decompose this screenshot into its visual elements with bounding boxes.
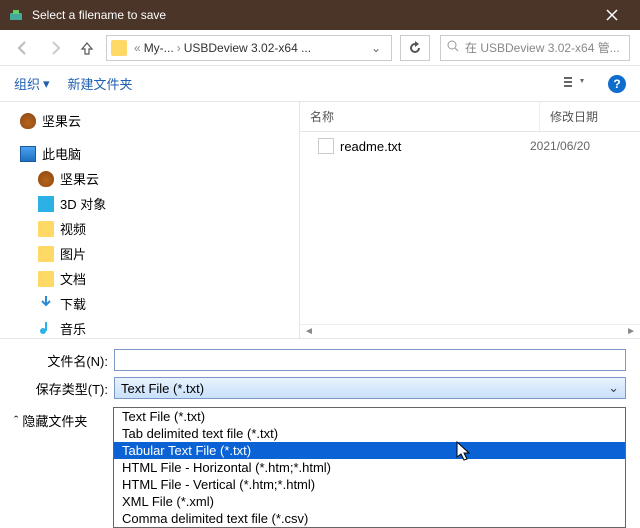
music-icon xyxy=(38,319,54,338)
up-button[interactable] xyxy=(74,35,100,61)
picture-icon xyxy=(38,246,54,262)
tree-item-pictures[interactable]: 图片 xyxy=(0,241,299,266)
breadcrumb-seg[interactable]: USBDeview 3.02-x64 ... xyxy=(184,41,311,55)
tree-item-downloads[interactable]: 下载 xyxy=(0,291,299,316)
filetype-option[interactable]: HTML File - Vertical (*.htm;*.html) xyxy=(114,476,625,493)
folder-tree[interactable]: 坚果云 此电脑 坚果云 3D 对象 视频 图片 文档 下载 音乐 桌面 xyxy=(0,102,300,338)
text-file-icon xyxy=(318,138,334,154)
close-button[interactable] xyxy=(592,0,632,30)
breadcrumb-dropdown[interactable]: ⌄ xyxy=(365,41,387,55)
file-date: 2021/06/20 xyxy=(530,139,630,153)
chevron-right-icon: › xyxy=(174,41,184,55)
breadcrumb-sep: « xyxy=(131,41,144,55)
filename-label: 文件名(N): xyxy=(14,351,114,370)
forward-button[interactable] xyxy=(42,35,68,61)
back-button[interactable] xyxy=(10,35,36,61)
refresh-button[interactable] xyxy=(400,35,430,61)
3d-icon xyxy=(38,196,54,212)
tree-item-documents[interactable]: 文档 xyxy=(0,266,299,291)
new-folder-button[interactable]: 新建文件夹 xyxy=(68,74,133,93)
filetype-option[interactable]: XML File (*.xml) xyxy=(114,493,625,510)
horizontal-scrollbar[interactable]: ◄► xyxy=(300,324,640,338)
hide-folders-toggle[interactable]: ˆ 隐藏文件夹 xyxy=(14,411,87,430)
nut-icon xyxy=(20,113,36,129)
file-list[interactable]: readme.txt 2021/06/20 xyxy=(300,132,640,324)
chevron-up-icon: ˆ xyxy=(14,413,18,428)
folder-icon xyxy=(111,40,127,56)
file-name: readme.txt xyxy=(340,139,401,154)
filetype-dropdown[interactable]: Text File (*.txt) Tab delimited text fil… xyxy=(113,407,626,528)
search-input[interactable]: 在 USBDeview 3.02-x64 管... xyxy=(440,35,630,61)
document-icon xyxy=(38,271,54,287)
search-placeholder: 在 USBDeview 3.02-x64 管... xyxy=(465,39,620,56)
download-icon xyxy=(38,294,54,313)
tree-item-nutcloud[interactable]: 坚果云 xyxy=(0,108,299,133)
organize-button[interactable]: 组织 ▾ xyxy=(14,74,50,93)
breadcrumb[interactable]: « My-... › USBDeview 3.02-x64 ... ⌄ xyxy=(106,35,392,61)
column-header-name[interactable]: 名称 xyxy=(300,102,540,131)
filetype-option[interactable]: Text File (*.txt) xyxy=(114,408,625,425)
view-options-button[interactable] xyxy=(560,71,590,96)
filename-input[interactable] xyxy=(114,349,626,371)
tree-item-videos[interactable]: 视频 xyxy=(0,216,299,241)
filetype-option[interactable]: HTML File - Horizontal (*.htm;*.html) xyxy=(114,459,625,476)
app-icon xyxy=(8,7,24,23)
breadcrumb-seg[interactable]: My-... xyxy=(144,41,174,55)
tree-item-nutcloud2[interactable]: 坚果云 xyxy=(0,166,299,191)
video-icon xyxy=(38,221,54,237)
window-title: Select a filename to save xyxy=(32,8,592,22)
pc-icon xyxy=(20,146,36,162)
column-header-date[interactable]: 修改日期 xyxy=(540,102,640,131)
tree-item-this-pc[interactable]: 此电脑 xyxy=(0,141,299,166)
search-icon xyxy=(447,40,459,55)
filetype-option[interactable]: Comma delimited text file (*.csv) xyxy=(114,510,625,527)
filetype-label: 保存类型(T): xyxy=(14,379,114,398)
help-button[interactable]: ? xyxy=(608,75,626,93)
chevron-down-icon: ▾ xyxy=(43,76,50,92)
file-row[interactable]: readme.txt 2021/06/20 xyxy=(300,132,640,160)
chevron-down-icon: ⌄ xyxy=(608,380,619,396)
filetype-option[interactable]: Tabular Text File (*.txt) xyxy=(114,442,625,459)
filetype-option[interactable]: Tab delimited text file (*.txt) xyxy=(114,425,625,442)
filetype-combo[interactable]: Text File (*.txt) ⌄ xyxy=(114,377,626,399)
filetype-selected: Text File (*.txt) xyxy=(121,381,204,396)
tree-item-music[interactable]: 音乐 xyxy=(0,316,299,338)
tree-item-3d[interactable]: 3D 对象 xyxy=(0,191,299,216)
nut-icon xyxy=(38,171,54,187)
